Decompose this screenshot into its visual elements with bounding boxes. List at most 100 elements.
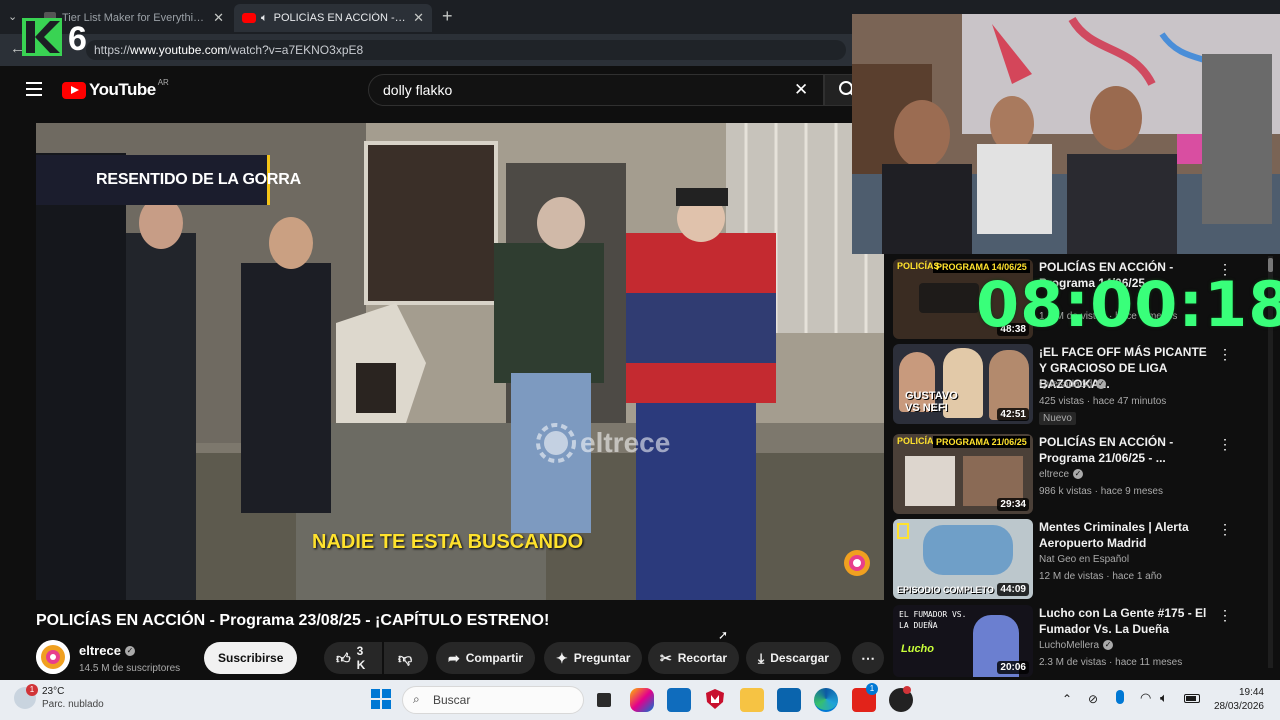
taskbar-search-input[interactable]: ⌕ Buscar: [402, 686, 584, 714]
dislike-button[interactable]: 👎︎: [384, 642, 428, 674]
taskbar: 1 23°C Parc. nublado ⌕ Buscar 1 ⌃ ⊘ ◠ 🔈︎…: [0, 680, 1280, 720]
like-button[interactable]: 👍︎ 3 K: [324, 642, 382, 674]
webcam-frame: [852, 14, 1280, 254]
channel-name[interactable]: eltrece: [1039, 469, 1069, 480]
thumbnail[interactable]: EPISODIO COMPLETO 44:09: [893, 519, 1033, 599]
channel-name[interactable]: LuchoMellera: [1039, 640, 1099, 651]
url-host: www.youtube.com: [130, 43, 228, 57]
tab-title: POLICÍAS EN ACCIÓN - Programa: [273, 12, 407, 24]
thumbnail-gloves: [923, 525, 1013, 575]
verified-icon: ✓: [124, 645, 135, 656]
download-icon: ⤓: [758, 649, 765, 666]
new-badge: Nuevo: [1039, 412, 1076, 425]
video-meta: 986 k vistas · hace 9 meses: [1039, 486, 1163, 497]
start-icon[interactable]: [370, 688, 394, 712]
duration: 29:34: [997, 498, 1029, 511]
more-icon: ⋯: [861, 649, 875, 666]
volume-icon[interactable]: 🔈︎: [1160, 690, 1168, 706]
channel-line: eltrece ✓: [1039, 469, 1084, 480]
channel-name[interactable]: Nat Geo en Español: [1039, 554, 1129, 565]
duration: 44:09: [997, 583, 1029, 596]
youtube-play-icon: [62, 81, 86, 99]
channel-name[interactable]: Quesadacid: [1039, 379, 1092, 390]
more-icon[interactable]: ⋮: [1218, 436, 1232, 453]
lucho-logo-icon: Lucho: [901, 643, 934, 655]
natgeo-logo-icon: [897, 523, 909, 539]
ask-label: Preguntar: [573, 651, 631, 665]
more-icon[interactable]: ⋮: [1218, 521, 1232, 538]
clear-search-icon[interactable]: ✕: [794, 80, 808, 100]
list-item[interactable]: EPISODIO COMPLETO 44:09 Mentes Criminale…: [893, 519, 1273, 605]
video-title: POLICÍAS EN ACCIÓN - Programa 21/06/25 -…: [1039, 435, 1174, 465]
copilot-icon[interactable]: [630, 688, 654, 712]
microphone-icon[interactable]: [1116, 690, 1124, 704]
task-view-icon[interactable]: [592, 688, 616, 712]
list-item[interactable]: EL FUMADOR VS. LA DUEÑA Lucho 20:06 Luch…: [893, 605, 1273, 691]
search-placeholder: Buscar: [433, 693, 471, 707]
thumbnail[interactable]: EL FUMADOR VS. LA DUEÑA Lucho 20:06: [893, 605, 1033, 677]
youtube-logo[interactable]: YouTube AR: [62, 77, 169, 100]
chevron-up-icon[interactable]: ⌃: [1062, 692, 1072, 706]
network-off-icon[interactable]: ⊘: [1088, 692, 1098, 706]
eltrece-logo-icon: [536, 423, 576, 463]
clock-date: 28/03/2026: [1213, 701, 1264, 712]
channel-name[interactable]: eltrece: [79, 643, 121, 658]
app-icon[interactable]: [889, 686, 913, 712]
eltrece-avatar-icon: [36, 640, 70, 674]
notification-badge: 1: [26, 684, 38, 696]
video-title: Lucho con La Gente #175 - El Fumador Vs.…: [1039, 606, 1207, 636]
url-field[interactable]: https://www.youtube.com/watch?v=a7EKNO3x…: [86, 40, 846, 60]
weather-widget[interactable]: 1 23°C Parc. nublado: [14, 684, 104, 711]
policias-logo-icon: POLICÍAS: [897, 261, 940, 271]
clock[interactable]: 19:44 28/03/2026: [1210, 686, 1264, 714]
thumbnail[interactable]: POLICÍAS PROGRAMA 21/06/25 29:34: [893, 434, 1033, 514]
channel-line: Nat Geo en Español: [1039, 554, 1129, 565]
tab-policias[interactable]: 🔈︎ POLICÍAS EN ACCIÓN - Programa ✕: [234, 4, 432, 32]
list-item[interactable]: POLICÍAS PROGRAMA 21/06/25 29:34 POLICÍA…: [893, 434, 1273, 520]
new-tab-icon[interactable]: +: [442, 6, 453, 27]
channel-avatar[interactable]: [36, 640, 70, 674]
verified-icon: ✓: [1096, 379, 1107, 390]
video-player[interactable]: RESENTIDO DE LA GORRA NADIE TE ESTA BUSC…: [36, 123, 884, 600]
video-subtitle: NADIE TE ESTA BUSCANDO: [312, 531, 584, 553]
file-explorer-icon[interactable]: [740, 688, 764, 712]
ask-button[interactable]: ✦ Preguntar: [544, 642, 643, 674]
share-button[interactable]: ➦ Compartir: [436, 642, 536, 674]
duration: 20:06: [997, 661, 1029, 674]
subscribe-button[interactable]: Suscribirse: [204, 642, 298, 674]
region-code: AR: [157, 77, 169, 87]
close-tab-icon[interactable]: ✕: [413, 10, 424, 26]
edge-icon[interactable]: [814, 688, 838, 712]
lenovo-icon[interactable]: 1: [852, 683, 878, 712]
more-actions-button[interactable]: ⋯: [852, 642, 884, 674]
duration: 42:51: [997, 408, 1029, 421]
store-icon[interactable]: [667, 688, 691, 712]
wifi-icon[interactable]: ◠: [1140, 690, 1151, 706]
audio-playing-icon[interactable]: 🔈︎: [261, 12, 268, 25]
clip-button[interactable]: ✂ Recortar: [648, 642, 740, 674]
channel-line: LuchoMellera ✓: [1039, 640, 1114, 651]
weather-temp: 23°C: [42, 686, 65, 697]
thumbs-up-icon: 👍︎: [336, 649, 351, 666]
list-item[interactable]: GUSTAVO VS NEFI 42:51 ¡EL FACE OFF MÁS P…: [893, 344, 1273, 430]
download-button[interactable]: ⤓ Descargar: [746, 642, 841, 674]
notification-badge: 1: [866, 683, 878, 695]
menu-icon[interactable]: [26, 82, 42, 96]
subscribe-label: Suscribirse: [218, 651, 284, 665]
scissors-icon: ✂: [660, 649, 672, 666]
video-meta: 425 vistas · hace 47 minutos: [1039, 396, 1167, 407]
thumbnail[interactable]: GUSTAVO VS NEFI 42:51: [893, 344, 1033, 424]
battery-icon[interactable]: [1184, 694, 1200, 703]
more-icon[interactable]: ⋮: [1218, 607, 1232, 624]
close-tab-icon[interactable]: ✕: [213, 10, 224, 26]
download-label: Descargar: [770, 651, 829, 665]
search-input[interactable]: dolly flakko: [368, 74, 824, 106]
more-icon[interactable]: ⋮: [1218, 346, 1232, 363]
tab-list-chevron-icon[interactable]: ⌄: [8, 10, 17, 23]
outlook-icon[interactable]: [777, 688, 801, 712]
thumbnail-scene: [905, 456, 955, 506]
channel-line: Quesadacid ✓: [1039, 379, 1107, 390]
thumbnail-vehicle: [919, 283, 979, 313]
share-icon: ➦: [448, 649, 460, 666]
mcafee-icon[interactable]: [704, 688, 728, 712]
